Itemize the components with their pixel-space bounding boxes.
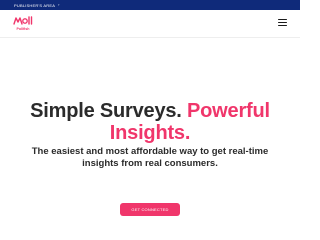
- get-connected-button[interactable]: GET CONNECTED: [120, 203, 180, 216]
- hero-subtitle: The easiest and most affordable way to g…: [31, 146, 269, 169]
- chevron-right-icon: ›: [58, 2, 60, 7]
- brand-logo-icon: [13, 16, 33, 25]
- site-header: Pollfish: [0, 10, 300, 38]
- publishers-area-link[interactable]: PUBLISHER'S AREA ›: [14, 3, 60, 8]
- brand-logo[interactable]: Pollfish: [13, 15, 33, 33]
- hero-title-part1: Simple Surveys.: [30, 100, 188, 122]
- top-announcement-bar: PUBLISHER'S AREA ›: [0, 0, 300, 10]
- hamburger-menu-icon[interactable]: [278, 19, 288, 27]
- hero-title: Simple Surveys. Powerful Insights.: [0, 100, 300, 144]
- publishers-area-label: PUBLISHER'S AREA: [14, 2, 56, 8]
- logo-subtext: Pollfish: [16, 27, 30, 31]
